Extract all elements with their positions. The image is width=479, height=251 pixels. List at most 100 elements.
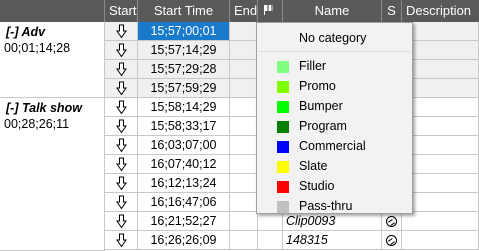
link-icon [386,235,397,246]
end-cell[interactable] [230,231,258,250]
end-cell[interactable] [230,193,258,212]
start-marker-cell[interactable] [105,212,138,231]
start-time-cell[interactable]: 15;57;00;01 [138,22,230,41]
color-swatch-icon [277,141,289,153]
group-duration: 00;28;26;11 [4,117,70,131]
menu-item-label: Slate [299,159,328,173]
group-title[interactable]: [-] Adv [6,25,45,39]
description-cell[interactable] [402,193,479,212]
start-marker-cell[interactable] [105,117,138,136]
start-marker-cell[interactable] [105,41,138,60]
description-cell[interactable] [402,174,479,193]
header-start-time[interactable]: Start Time [138,0,230,22]
menu-item-pass-thru[interactable]: Pass-thru [257,196,412,216]
header-status[interactable]: S [382,0,402,22]
end-cell[interactable] [230,41,258,60]
start-marker-cell[interactable] [105,193,138,212]
menu-item-commercial[interactable]: Commercial [257,136,412,156]
start-time-cell[interactable]: 15;57;14;29 [138,41,230,60]
end-cell[interactable] [230,79,258,98]
link-icon [386,216,397,227]
header-category[interactable] [258,0,283,22]
header-group-column [0,0,105,22]
down-arrow-icon [115,100,127,115]
end-cell[interactable] [230,98,258,117]
menu-item-program[interactable]: Program [257,116,412,136]
end-cell[interactable] [230,22,258,41]
header-end[interactable]: End [230,0,258,22]
description-cell[interactable] [402,231,479,250]
description-cell[interactable] [402,136,479,155]
down-arrow-icon [115,43,127,58]
start-marker-cell[interactable] [105,60,138,79]
down-arrow-icon [115,233,127,248]
end-cell[interactable] [230,174,258,193]
status-cell[interactable] [382,231,402,250]
menu-item-label: Bumper [299,99,343,113]
table-row[interactable]: 16;26;26;09 148315 [105,231,479,250]
start-time-cell[interactable]: 15;57;29;28 [138,60,230,79]
start-time-cell[interactable]: 15;57;59;29 [138,79,230,98]
menu-separator [259,51,410,52]
description-cell[interactable] [402,22,479,41]
end-cell[interactable] [230,212,258,231]
menu-item-bumper[interactable]: Bumper [257,96,412,116]
start-marker-cell[interactable] [105,79,138,98]
end-cell[interactable] [230,117,258,136]
header-description[interactable]: Description [402,0,479,22]
start-marker-cell[interactable] [105,136,138,155]
category-dropdown-menu: No category Filler Promo Bumper Program Comm… [256,22,413,214]
group-duration: 00;01;14;28 [4,41,71,55]
header-start[interactable]: Start [105,0,138,22]
menu-item-filler[interactable]: Filler [257,56,412,76]
menu-item-no-category[interactable]: No category [257,28,412,48]
group-title[interactable]: [-] Talk show [6,101,82,115]
menu-item-studio[interactable]: Studio [257,176,412,196]
color-swatch-icon [277,181,289,193]
menu-item-label: Commercial [299,139,366,153]
description-cell[interactable] [402,98,479,117]
menu-item-promo[interactable]: Promo [257,76,412,96]
column-header-bar: Start Start Time End Name S Description [0,0,479,22]
start-time-cell[interactable]: 16;26;26;09 [138,231,230,250]
menu-item-label: Pass-thru [299,199,353,213]
start-marker-cell[interactable] [105,174,138,193]
menu-item-label: Promo [299,79,336,93]
description-cell[interactable] [402,60,479,79]
description-cell[interactable] [402,117,479,136]
description-cell[interactable] [402,79,479,98]
description-cell[interactable] [402,41,479,60]
color-swatch-icon [277,201,289,213]
down-arrow-icon [115,214,127,229]
end-cell[interactable] [230,60,258,79]
start-time-cell[interactable]: 16;03;07;00 [138,136,230,155]
start-marker-cell[interactable] [105,155,138,174]
name-cell[interactable]: 148315 [283,231,382,250]
start-time-cell[interactable]: 16;21;52;27 [138,212,230,231]
start-time-cell[interactable]: 15;58;33;17 [138,117,230,136]
down-arrow-icon [115,195,127,210]
menu-item-label: Filler [299,59,327,73]
end-cell[interactable] [230,136,258,155]
menu-item-slate[interactable]: Slate [257,156,412,176]
menu-item-label: Program [299,119,347,133]
menu-item-label: No category [299,31,367,45]
description-cell[interactable] [402,212,479,231]
start-time-cell[interactable]: 16;16;47;06 [138,193,230,212]
color-swatch-icon [277,161,289,173]
start-marker-cell[interactable] [105,98,138,117]
category-cell[interactable] [258,231,283,250]
header-name[interactable]: Name [283,0,382,22]
group-adv[interactable]: [-] Adv 00;01;14;28 [0,22,105,98]
end-cell[interactable] [230,155,258,174]
color-swatch-icon [277,101,289,113]
down-arrow-icon [115,157,127,172]
start-marker-cell[interactable] [105,231,138,250]
group-talk-show[interactable]: [-] Talk show 00;28;26;11 [0,98,105,251]
color-swatch-icon [277,121,289,133]
start-marker-cell[interactable] [105,22,138,41]
start-time-cell[interactable]: 16;12;13;24 [138,174,230,193]
start-time-cell[interactable]: 15;58;14;29 [138,98,230,117]
start-time-cell[interactable]: 16;07;40;12 [138,155,230,174]
description-cell[interactable] [402,155,479,174]
